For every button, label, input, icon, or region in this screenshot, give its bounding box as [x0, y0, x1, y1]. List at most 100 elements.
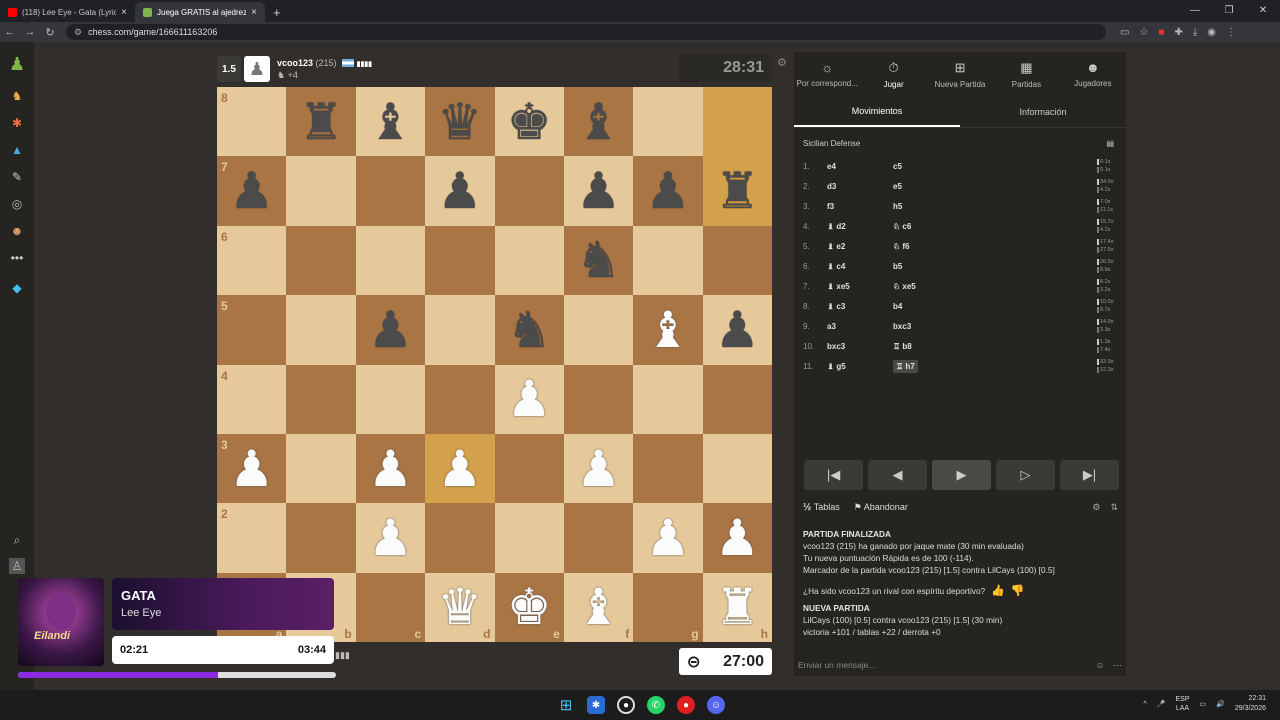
black-knight-icon[interactable]: ♞: [576, 235, 621, 285]
white-bishop-icon[interactable]: ♝: [576, 582, 621, 632]
white-move[interactable]: ♝ c3: [827, 302, 893, 311]
watch-icon[interactable]: ✎: [9, 169, 25, 185]
square-g6[interactable]: [633, 225, 703, 296]
square-e2[interactable]: [494, 503, 564, 573]
white-move[interactable]: a3: [827, 322, 893, 331]
thumbs-down-icon[interactable]: 👎: [1011, 585, 1025, 597]
square-e6[interactable]: [494, 225, 564, 296]
square-d5[interactable]: [425, 295, 495, 365]
square-g4[interactable]: [633, 364, 703, 434]
microphone-icon[interactable]: 🎤: [1157, 700, 1166, 708]
square-f5[interactable]: [563, 295, 634, 365]
close-tab-icon[interactable]: ×: [251, 7, 257, 18]
more-options-icon[interactable]: ⋯: [1114, 660, 1123, 671]
square-c2[interactable]: ♟: [355, 503, 426, 573]
white-move[interactable]: ♝ g5: [827, 362, 893, 371]
square-g2[interactable]: ♟: [633, 503, 703, 573]
white-bishop-icon[interactable]: ♝: [646, 305, 691, 355]
resign-button[interactable]: ⚑ Abandonar: [854, 502, 908, 513]
black-pawn-icon[interactable]: ♟: [646, 166, 691, 216]
square-g8[interactable]: [633, 87, 703, 157]
square-f6[interactable]: ♞: [563, 225, 634, 296]
chess-board[interactable]: 8♜♝♛♚♝7♟♟♟♟♜6♞5♟♞♝♟4♟3♟♟♟♟2♟♟♟1abcd♛e♚f♝…: [217, 87, 772, 642]
date-time[interactable]: 22:31 29/3/2026: [1235, 694, 1266, 714]
square-f3[interactable]: ♟: [563, 433, 634, 504]
square-d1[interactable]: d ♛: [425, 572, 495, 642]
white-pawn-icon[interactable]: ♟: [437, 444, 482, 494]
tab-correspondence[interactable]: ☼ Por correspond...: [794, 52, 860, 96]
square-h6[interactable]: [702, 225, 772, 296]
square-d4[interactable]: [425, 364, 495, 434]
square-b7[interactable]: [286, 156, 356, 226]
language-indicator[interactable]: ESP LAA: [1175, 695, 1189, 713]
white-queen-icon[interactable]: ♛: [437, 582, 482, 632]
search-icon[interactable]: ⌕: [9, 532, 25, 548]
minimize-button[interactable]: —: [1178, 0, 1212, 22]
network-icon[interactable]: ▭: [1200, 700, 1207, 708]
more-icon[interactable]: •••: [9, 250, 25, 266]
square-h7[interactable]: ♜: [702, 156, 772, 226]
square-f8[interactable]: ♝: [563, 87, 634, 157]
black-move[interactable]: ♘ c6: [893, 222, 993, 231]
square-e7[interactable]: [494, 156, 564, 226]
browser-tab-youtube[interactable]: (118) Lee Eye - Gata (Lyric Vide ×: [0, 2, 135, 22]
square-b5[interactable]: [286, 295, 356, 365]
puzzles-icon[interactable]: ✱: [9, 115, 25, 131]
black-pawn-icon[interactable]: ♟: [576, 166, 621, 216]
bookmark-star-icon[interactable]: ☆: [1139, 27, 1148, 38]
premium-diamond-icon[interactable]: ◆: [9, 280, 25, 296]
previous-move-button[interactable]: ◀: [868, 460, 927, 490]
square-e4[interactable]: ♟: [494, 364, 564, 434]
black-move[interactable]: ♖ b8: [893, 342, 993, 351]
board-settings-icon[interactable]: ⚙: [777, 56, 787, 69]
square-c4[interactable]: [355, 364, 426, 434]
opening-name[interactable]: Sicilian Defense: [803, 139, 860, 148]
white-pawn-icon[interactable]: ♟: [368, 513, 413, 563]
chrome-icon[interactable]: ●: [617, 696, 635, 714]
square-d8[interactable]: ♛: [425, 87, 495, 157]
analysis-icon[interactable]: ⚙: [1092, 502, 1100, 513]
tab-players[interactable]: ☻ Jugadores: [1060, 52, 1126, 96]
square-e1[interactable]: e ♚: [494, 572, 564, 642]
reload-icon[interactable]: ↻: [40, 26, 60, 39]
black-queen-icon[interactable]: ♛: [437, 97, 482, 147]
square-e5[interactable]: ♞: [494, 295, 564, 365]
windows-start-icon[interactable]: ⊞: [557, 696, 575, 714]
social-icon[interactable]: ☻: [9, 223, 25, 239]
black-move[interactable]: ♖ h7: [893, 359, 993, 373]
black-pawn-icon[interactable]: ♟: [437, 166, 482, 216]
play-icon[interactable]: ♞: [9, 88, 25, 104]
tab-moves[interactable]: Movimientos: [794, 96, 960, 127]
white-rook-icon[interactable]: ♜: [715, 582, 760, 632]
square-c1[interactable]: c: [355, 572, 426, 642]
square-g7[interactable]: ♟: [633, 156, 703, 226]
black-move[interactable]: b5: [893, 262, 993, 271]
square-c7[interactable]: [355, 156, 426, 226]
discord-icon[interactable]: ☺: [707, 696, 725, 714]
thumbs-up-icon[interactable]: 👍: [991, 585, 1005, 597]
user-avatar-icon[interactable]: ♙: [9, 558, 25, 574]
white-pawn-icon[interactable]: ♟: [229, 444, 274, 494]
emoji-icon[interactable]: ☺: [1096, 660, 1105, 671]
square-a5[interactable]: 5: [217, 295, 287, 365]
square-d3[interactable]: ♟: [425, 433, 495, 504]
square-a7[interactable]: 7 ♟: [217, 156, 287, 226]
extension-icon[interactable]: ■: [1158, 27, 1164, 38]
white-pawn-icon[interactable]: ♟: [576, 444, 621, 494]
square-d2[interactable]: [425, 503, 495, 573]
square-g3[interactable]: [633, 433, 703, 504]
square-h5[interactable]: ♟: [702, 295, 772, 365]
white-king-icon[interactable]: ♚: [507, 582, 552, 632]
chat-input[interactable]: Enviar un mensaje... ☺ ⋯: [798, 658, 1122, 672]
square-h1[interactable]: h ♜: [702, 572, 772, 642]
square-e8[interactable]: ♚: [494, 87, 564, 157]
square-d6[interactable]: [425, 225, 495, 296]
white-move[interactable]: ♝ d2: [827, 222, 893, 231]
square-a2[interactable]: 2: [217, 503, 287, 573]
white-move[interactable]: d3: [827, 182, 893, 191]
white-move[interactable]: ♝ e2: [827, 242, 893, 251]
black-move[interactable]: c5: [893, 162, 993, 171]
book-icon[interactable]: ▤: [1106, 139, 1114, 148]
record-icon[interactable]: ●: [677, 696, 695, 714]
download-icon[interactable]: ⤓: [1193, 27, 1197, 38]
